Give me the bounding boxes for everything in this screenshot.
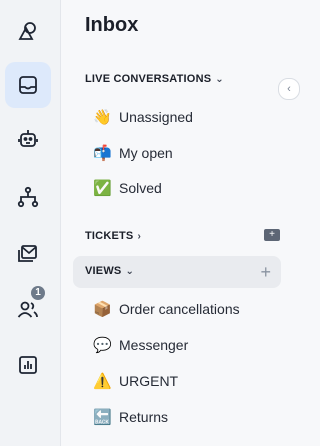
list-item-returns[interactable]: 🔙 Returns <box>93 408 168 426</box>
shapes-icon <box>18 22 36 40</box>
tickets-header[interactable]: TICKETS › <box>85 230 141 242</box>
item-label: URGENT <box>119 373 179 389</box>
inbox-nav-button[interactable] <box>5 62 51 108</box>
nav-rail: 1 <box>0 0 61 446</box>
wave-icon: 👋 <box>93 109 112 126</box>
contacts-nav-button[interactable]: 1 <box>5 286 51 332</box>
page-title: Inbox <box>85 14 139 36</box>
chevron-down-icon: ⌄ <box>215 73 224 85</box>
checkmark-icon: ✅ <box>93 180 112 197</box>
back-arrow-icon: 🔙 <box>93 409 112 426</box>
users-icon <box>17 301 38 318</box>
collapse-panel-button[interactable]: ‹ <box>278 78 300 100</box>
org-tree-icon <box>17 186 39 208</box>
ticket-icon[interactable]: + <box>264 229 280 241</box>
package-icon: 📦 <box>93 301 112 318</box>
section-label: LIVE CONVERSATIONS <box>85 73 212 85</box>
item-label: Messenger <box>119 337 189 353</box>
list-item-my-open[interactable]: 📬 My open <box>93 144 173 162</box>
list-item-urgent[interactable]: ⚠️ URGENT <box>93 372 178 390</box>
chevron-right-icon: › <box>137 230 141 242</box>
item-label: Unassigned <box>119 109 193 125</box>
mail-nav-button[interactable] <box>5 230 51 276</box>
add-view-button[interactable]: + <box>260 262 271 282</box>
mailbox-icon: 📬 <box>93 145 112 162</box>
list-item-solved[interactable]: ✅ Solved <box>93 179 162 197</box>
shapes-nav-button[interactable] <box>5 8 51 54</box>
messenger-icon: 💬 <box>93 337 112 354</box>
list-item-messenger[interactable]: 💬 Messenger <box>93 336 188 354</box>
views-header[interactable]: VIEWS ⌄ <box>85 265 134 277</box>
list-item-unassigned[interactable]: 👋 Unassigned <box>93 108 193 126</box>
section-label: TICKETS <box>85 230 134 242</box>
item-label: Order cancellations <box>119 301 240 317</box>
inbox-icon <box>19 76 37 94</box>
warning-icon: ⚠️ <box>93 373 112 390</box>
section-label: VIEWS <box>85 265 122 277</box>
chevron-left-icon: ‹ <box>287 83 291 95</box>
mail-icon <box>18 245 37 262</box>
inbox-panel: Inbox ‹ LIVE CONVERSATIONS ⌄ 👋 Unassigne… <box>61 0 300 446</box>
workflow-nav-button[interactable] <box>5 174 51 220</box>
bar-chart-icon <box>19 356 37 374</box>
live-conversations-header[interactable]: LIVE CONVERSATIONS ⌄ <box>85 73 224 85</box>
list-item-order-cancellations[interactable]: 📦 Order cancellations <box>93 300 240 318</box>
item-label: My open <box>119 145 173 161</box>
item-label: Returns <box>119 409 169 425</box>
item-label: Solved <box>119 180 162 196</box>
bot-icon <box>18 130 38 147</box>
reports-nav-button[interactable] <box>5 342 51 388</box>
notification-badge: 1 <box>31 286 45 300</box>
chevron-down-icon: ⌄ <box>125 265 135 277</box>
bot-nav-button[interactable] <box>5 116 51 162</box>
